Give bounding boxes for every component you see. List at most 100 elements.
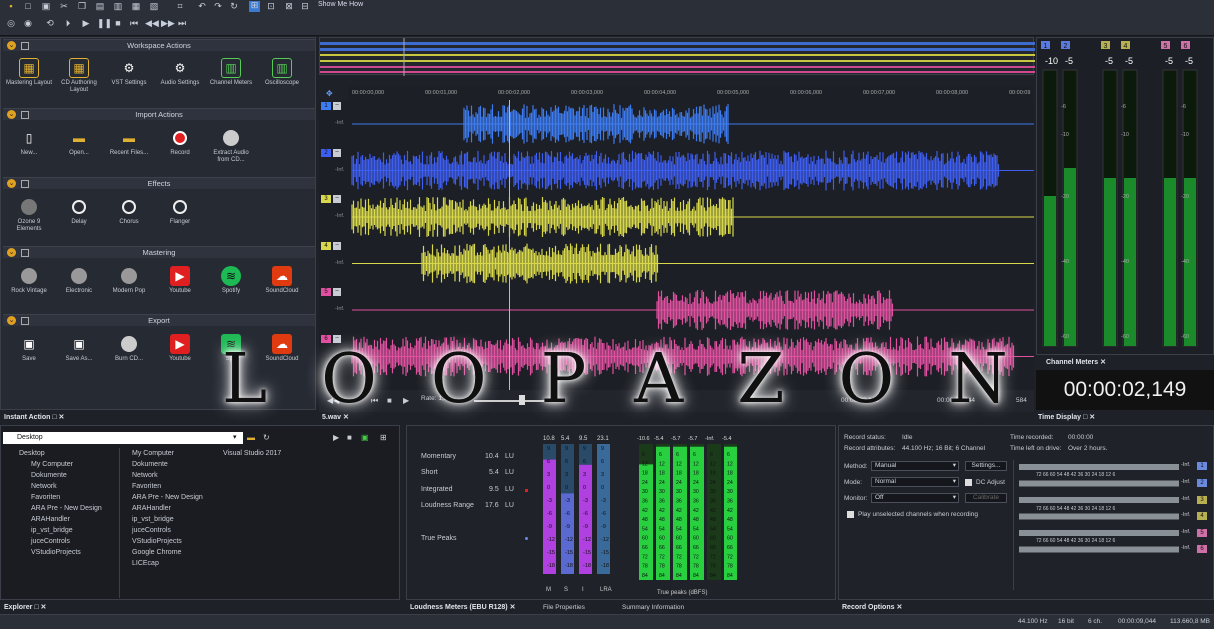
section-header[interactable]: ⌄ Import Actions (3, 108, 315, 120)
copy-icon[interactable]: ❐ (77, 2, 87, 11)
tile-channel-meters[interactable]: ▥ Channel Meters (207, 58, 255, 87)
crop-icon[interactable]: ⌗ (175, 2, 185, 11)
track-mute-button[interactable]: – (333, 102, 341, 110)
track-mute-button[interactable]: – (333, 241, 341, 250)
zoom-icon[interactable]: ⊡ (266, 2, 276, 11)
tile-vst-settings[interactable]: ⚙ VST Settings (105, 58, 153, 87)
track-number[interactable]: 2 (321, 148, 331, 157)
tile-ozone[interactable]: Ozone 9 Elements (5, 197, 53, 233)
file-item[interactable]: Favoriten (132, 483, 161, 490)
region-icon[interactable]: ⊟ (300, 2, 310, 11)
tile-soundcloud[interactable]: ☁ SoundCloud (258, 266, 306, 295)
repeat-icon[interactable]: ↻ (229, 2, 239, 11)
tree-item[interactable]: ip_vst_bridge (31, 527, 73, 534)
paste-icon[interactable]: ▤ (95, 2, 105, 11)
file-item[interactable]: ip_vst_bridge (132, 516, 174, 523)
track-mute-button[interactable]: – (333, 288, 341, 296)
rec-channel-3[interactable]: 3 (1197, 496, 1207, 504)
tile-extract-audio[interactable]: Extract Audio from CD... (207, 128, 255, 164)
play-icon[interactable]: ▶ (333, 433, 339, 442)
file-item[interactable]: Dokumente (132, 461, 168, 468)
monitor-select[interactable]: Off ▾ (871, 493, 959, 503)
delete-icon[interactable]: ▥ (113, 2, 123, 11)
file-item[interactable]: juceControls (132, 527, 171, 534)
tile-audio-settings[interactable]: ⚙ Audio Settings (156, 58, 204, 87)
dc-adjust-checkbox[interactable] (965, 479, 972, 486)
go-end-icon[interactable]: ⏭ (177, 19, 187, 28)
tile-electronic[interactable]: Electronic (55, 266, 103, 295)
track-mute-button[interactable]: – (333, 195, 341, 203)
section-header[interactable]: ⌄ Export (3, 314, 315, 326)
tile-burn-cd[interactable]: Burn CD... (105, 334, 153, 363)
tile-recent-files[interactable]: ▬ Recent Files... (105, 128, 153, 157)
rec-channel-2[interactable]: 2 (1197, 479, 1207, 487)
autoplay-icon[interactable]: ▣ (361, 433, 369, 442)
section-header[interactable]: ⌄ Workspace Actions (3, 39, 315, 51)
tile-flanger[interactable]: Flanger (156, 197, 204, 226)
tile-oscilloscope[interactable]: ▥ Oscilloscope (258, 58, 306, 87)
track-number[interactable]: 4 (321, 241, 331, 250)
tile-mastering-layout[interactable]: ▦ Mastering Layout (5, 58, 53, 87)
rec-channel-6[interactable]: 6 (1197, 545, 1207, 553)
mode-select[interactable]: Normal ▾ (871, 477, 959, 487)
track-mute-button[interactable]: – (333, 148, 341, 157)
tree-item[interactable]: Network (31, 483, 57, 490)
undo-icon[interactable]: ↶ (197, 2, 207, 11)
time-ruler[interactable]: 00:00:00,000 00:00:01,000 00:00:02,000 00:0… (348, 86, 1033, 100)
file-item[interactable]: Google Chrome (132, 549, 181, 556)
location-combo[interactable]: Desktop ▾ (3, 432, 243, 444)
play-icon[interactable]: ▶ (81, 19, 91, 28)
tile-record[interactable]: Record (156, 128, 204, 157)
reset-indicator[interactable] (525, 489, 528, 492)
close-icon[interactable]: □ ✕ (1083, 414, 1095, 421)
forward-icon[interactable]: ▶▶ (161, 19, 175, 28)
chevron-down-icon[interactable]: ⌄ (7, 110, 16, 119)
calibrate-button[interactable]: Calibrate (965, 493, 1007, 503)
pin-icon[interactable] (21, 249, 29, 257)
cut-icon[interactable]: ✂ (59, 2, 69, 11)
snap-icon[interactable]: ⊞ (249, 1, 260, 12)
tile-new[interactable]: ▯ New... (5, 128, 53, 157)
file-item[interactable]: VStudioProjects (132, 538, 182, 545)
tile-save[interactable]: ▣ Save (5, 334, 53, 363)
pin-icon[interactable] (21, 180, 29, 188)
tree-item[interactable]: VStudioProjects (31, 549, 81, 556)
method-select[interactable]: Manual ▾ (871, 461, 959, 471)
tile-cd-authoring-layout[interactable]: ▦ CD Authoring Layout (55, 58, 103, 94)
track-number[interactable]: 1 (321, 102, 331, 110)
tree-item[interactable]: juceControls (31, 538, 70, 545)
tile-save-as[interactable]: ▣ Save As... (55, 334, 103, 363)
file-item[interactable]: Visual Studio 2017 (223, 450, 281, 457)
rewind-icon[interactable]: ◀◀ (145, 19, 159, 28)
open-icon[interactable]: □ (23, 2, 33, 11)
rec-channel-4[interactable]: 4 (1197, 512, 1207, 520)
redo-icon[interactable]: ↷ (213, 2, 223, 11)
tab-file-properties[interactable]: File Properties (543, 604, 585, 611)
tile-chorus[interactable]: Chorus (105, 197, 153, 226)
play-from-start-icon[interactable]: ⏵ (63, 19, 73, 28)
pin-icon[interactable] (21, 111, 29, 119)
section-header[interactable]: ⌄ Mastering (3, 246, 315, 258)
tree-item[interactable]: Favoriten (31, 494, 60, 501)
tree-item[interactable]: ARA Pre - New Design (31, 505, 102, 512)
chevron-down-icon[interactable]: ⌄ (7, 41, 16, 50)
tile-delay[interactable]: Delay (55, 197, 103, 226)
close-icon[interactable]: □ ✕ (34, 604, 46, 611)
tree-item[interactable]: My Computer (31, 461, 73, 468)
section-header[interactable]: ⌄ Effects (3, 177, 315, 189)
folder-up-icon[interactable]: ▬ (247, 433, 255, 442)
tile-open[interactable]: ▬ Open... (55, 128, 103, 157)
tile-spotify[interactable]: ≋ Spotify (207, 266, 255, 295)
stop-icon[interactable]: ■ (113, 19, 123, 28)
track-number[interactable]: 3 (321, 195, 331, 203)
pin-icon[interactable] (21, 317, 29, 325)
show-me-how-button[interactable]: Show Me How (318, 1, 363, 8)
new-folder-icon[interactable]: ▪ (6, 2, 16, 11)
loop-icon[interactable]: ⟲ (45, 19, 55, 28)
mix-icon[interactable]: ▧ (149, 2, 159, 11)
monitor-icon[interactable]: ◉ (23, 19, 33, 28)
close-icon[interactable]: ✕ (510, 604, 516, 611)
tile-export-youtube[interactable]: ▶ Youtube (156, 334, 204, 363)
chevron-down-icon[interactable]: ⌄ (7, 179, 16, 188)
go-start-icon[interactable]: ⏮ (129, 19, 139, 28)
